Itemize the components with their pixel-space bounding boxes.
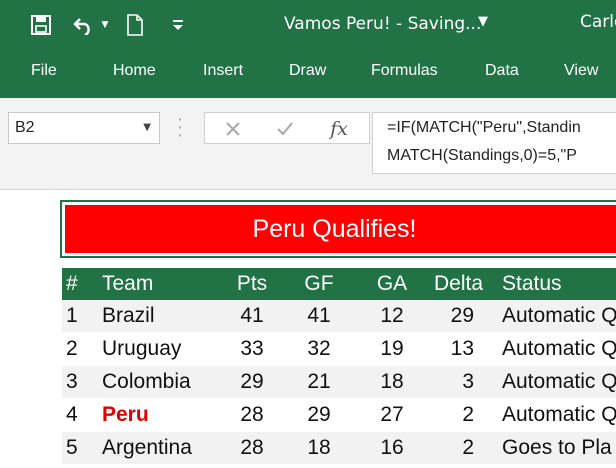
header-goals-for[interactable]: GF [284,272,354,296]
cell-status[interactable]: Automatic Q [502,403,616,427]
cell-points[interactable]: 29 [212,370,292,394]
cell-status[interactable]: Automatic Q [502,304,616,328]
cell-status[interactable]: Goes to Pla [502,436,612,460]
tab-draw[interactable]: Draw [289,62,326,80]
insert-function-icon[interactable]: fx [327,117,351,141]
cell-goals-against[interactable]: 16 [356,436,428,460]
header-goals-against[interactable]: GA [356,272,428,296]
banner-text: Peru Qualifies! [252,214,417,243]
cell-points[interactable]: 28 [212,403,292,427]
table-row: 1 Brazil 41 41 12 29 Automatic Q [62,300,616,332]
tab-home[interactable]: Home [113,62,156,80]
tab-view[interactable]: View [564,62,598,80]
table-row: 5 Argentina 28 18 16 2 Goes to Pla [62,432,616,464]
cell-team[interactable]: Argentina [102,436,192,460]
undo-icon[interactable] [70,10,96,40]
header-points[interactable]: Pts [212,272,292,296]
cell-goals-against[interactable]: 27 [356,403,428,427]
cell-delta[interactable]: 2 [422,403,474,427]
cell-goals-for[interactable]: 41 [284,304,354,328]
drag-handle-icon[interactable]: · · · [176,112,184,144]
title-bar: ▼ Vamos Peru! - Saving... ▼ Carlo [0,0,616,52]
qualification-banner: Peru Qualifies! [65,205,616,253]
name-box-value: B2 [15,119,35,136]
cell-rank[interactable]: 5 [66,436,78,460]
check-icon[interactable] [273,117,297,141]
cell-delta[interactable]: 13 [422,337,474,361]
cell-points[interactable]: 33 [212,337,292,361]
cell-status[interactable]: Automatic Q [502,337,616,361]
table-row: 4 Peru 28 29 27 2 Automatic Q [62,399,616,431]
worksheet[interactable]: Peru Qualifies! # Team Pts GF GA Delta S… [0,190,616,468]
formula-text-line-2: MATCH(Standings,0)=5,"P [387,147,577,164]
cell-goals-for[interactable]: 29 [284,403,354,427]
formula-area: B2 ▼ · · · fx =IF(MATCH("Peru",Standin MAT… [0,98,616,190]
tab-data[interactable]: Data [485,62,519,80]
formula-input[interactable]: =IF(MATCH("Peru",Standin MATCH(Standings… [372,112,616,174]
chevron-down-icon[interactable]: ▼ [98,10,112,40]
cell-goals-for[interactable]: 32 [284,337,354,361]
cell-points[interactable]: 41 [212,304,292,328]
cell-goals-against[interactable]: 18 [356,370,428,394]
cell-delta[interactable]: 2 [422,436,474,460]
tab-formulas[interactable]: Formulas [371,62,438,80]
ribbon-tabs: File Home Insert Draw Formulas Data View [0,52,616,98]
user-name[interactable]: Carlo [580,12,616,32]
cancel-icon[interactable] [221,117,245,141]
chevron-down-icon[interactable]: ▼ [143,122,151,133]
cell-goals-against[interactable]: 12 [356,304,428,328]
document-title: Vamos Peru! - Saving... [284,14,482,34]
new-document-icon[interactable] [122,10,148,40]
cell-rank[interactable]: 1 [66,304,78,328]
formula-buttons: fx [204,112,370,144]
tab-insert[interactable]: Insert [203,62,243,80]
header-delta[interactable]: Delta [434,272,483,296]
cell-delta[interactable]: 29 [422,304,474,328]
customize-qat-icon[interactable] [168,10,188,40]
cell-goals-for[interactable]: 18 [284,436,354,460]
cell-team[interactable]: Colombia [102,370,191,394]
header-team[interactable]: Team [102,272,153,296]
cell-team-highlighted[interactable]: Peru [102,403,149,427]
cell-team[interactable]: Uruguay [102,337,181,361]
cell-team[interactable]: Brazil [102,304,155,328]
title-dropdown-icon[interactable]: ▼ [478,14,488,29]
cell-rank[interactable]: 3 [66,370,78,394]
name-box[interactable]: B2 ▼ [8,112,160,144]
tab-file[interactable]: File [31,62,57,80]
formula-text-line-1: =IF(MATCH("Peru",Standin [387,119,581,136]
save-icon[interactable] [24,10,58,40]
cell-rank[interactable]: 2 [66,337,78,361]
cell-points[interactable]: 28 [212,436,292,460]
cell-status[interactable]: Automatic Q [502,370,616,394]
cell-rank[interactable]: 4 [66,403,78,427]
header-rank[interactable]: # [66,272,78,296]
selected-cell-b2[interactable]: Peru Qualifies! [60,200,616,258]
table-header-row: # Team Pts GF GA Delta Status [62,268,616,300]
cell-goals-against[interactable]: 19 [356,337,428,361]
cell-delta[interactable]: 3 [422,370,474,394]
table-row: 3 Colombia 29 21 18 3 Automatic Q [62,366,616,398]
cell-goals-for[interactable]: 21 [284,370,354,394]
header-status[interactable]: Status [502,272,562,296]
table-row: 2 Uruguay 33 32 19 13 Automatic Q [62,333,616,365]
